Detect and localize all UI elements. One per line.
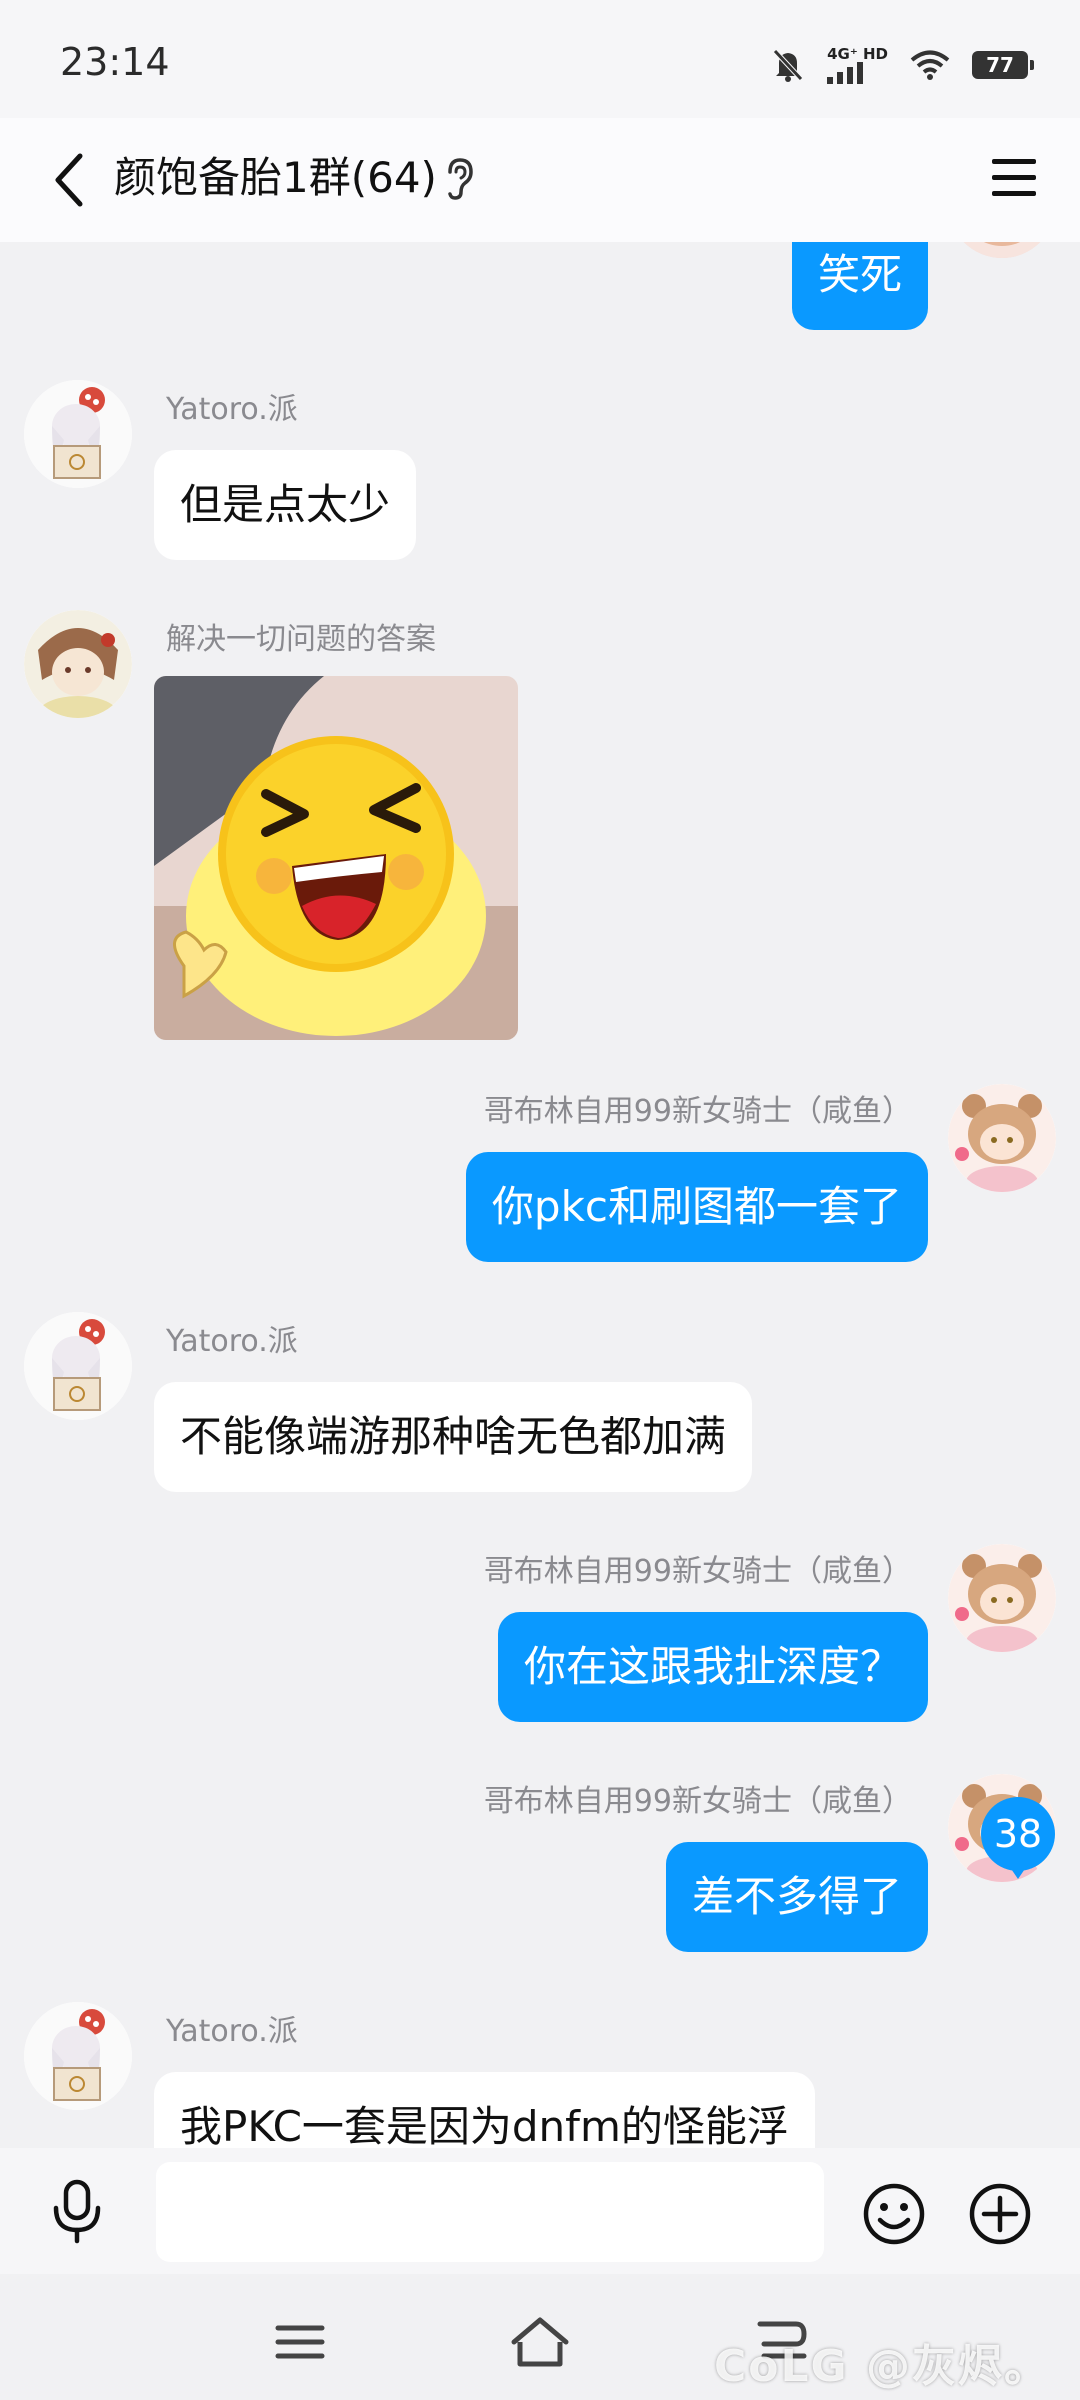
avatar-image: [24, 1312, 132, 1420]
sender-name: 哥布林自用99新女骑士（咸鱼）: [483, 1094, 912, 1129]
avatar-image: [948, 1544, 1056, 1652]
avatar[interactable]: [948, 242, 1056, 258]
message-bubble-outgoing[interactable]: 你在这跟我扯深度？: [497, 1612, 928, 1722]
sender-name: Yatoro.派: [166, 1324, 298, 1359]
chevron-left-icon: [55, 153, 83, 207]
avatar[interactable]: [24, 380, 132, 488]
avatar[interactable]: [24, 610, 132, 718]
avatar[interactable]: [948, 1084, 1056, 1192]
unread-count-badge[interactable]: 38: [981, 1797, 1055, 1879]
avatar[interactable]: [948, 1544, 1056, 1652]
network-type: 4G⁺ HD: [827, 45, 888, 63]
avatar-image: [24, 380, 132, 488]
sender-name: 哥布林自用99新女骑士（咸鱼）: [483, 1784, 912, 1819]
sender-name: Yatoro.派: [166, 2014, 298, 2049]
wifi-icon: [910, 50, 950, 80]
ear-icon[interactable]: [440, 156, 480, 202]
sender-name: 解决一切问题的答案: [166, 622, 436, 657]
group-title[interactable]: 颜饱备胎1群(64): [114, 148, 437, 208]
laughing-emoji-sticker[interactable]: [154, 676, 518, 1040]
sticker-image: [154, 676, 518, 1040]
message-bubble-outgoing[interactable]: 你pkc和刷图都一套了: [465, 1152, 928, 1262]
status-icons: 4G⁺ HD 77: [771, 42, 1034, 88]
message-input[interactable]: [156, 2162, 824, 2262]
hamburger-menu-icon: [992, 159, 1036, 196]
signal-indicator: 4G⁺ HD: [827, 46, 888, 84]
back-button[interactable]: [30, 140, 110, 220]
mute-bell-icon: [773, 49, 803, 82]
menu-button[interactable]: [978, 142, 1050, 214]
message-bubble-incoming[interactable]: 我PKC一套是因为dnfm的怪能浮: [154, 2072, 815, 2148]
message-bubble-incoming[interactable]: 不能像端游那种啥无色都加满: [154, 1382, 753, 1492]
recent-apps-icon[interactable]: [270, 2312, 330, 2372]
battery-indicator: 77: [972, 51, 1034, 79]
smiley-icon[interactable]: [862, 2182, 926, 2246]
message-bubble-incoming[interactable]: 但是点太少: [154, 450, 417, 560]
avatar-image: [963, 242, 1041, 258]
avatar-image: [24, 2002, 132, 2110]
avatar[interactable]: [24, 2002, 132, 2110]
unread-count: 38: [993, 1812, 1043, 1856]
home-icon[interactable]: [510, 2312, 570, 2372]
status-time: 23:14: [60, 40, 170, 84]
plus-circle-icon[interactable]: [968, 2182, 1032, 2246]
watermark: CoLG @灰烬。: [714, 2341, 1050, 2392]
sender-name: 哥布林自用99新女骑士（咸鱼）: [483, 1554, 912, 1589]
avatar[interactable]: [24, 1312, 132, 1420]
message-bubble-outgoing[interactable]: 差不多得了: [665, 1842, 928, 1952]
microphone-icon[interactable]: [44, 2178, 110, 2244]
input-bar: [0, 2148, 1080, 2274]
system-nav-bar: CoLG @灰烬。: [0, 2274, 1080, 2400]
message-bubble-outgoing[interactable]: 笑死: [791, 242, 928, 330]
signal-bars-icon: [827, 62, 864, 84]
message-list[interactable]: 笑死 Yatoro.派 但是点太少 解决一切问题的答案 哥布林自用99新女骑士（…: [0, 242, 1080, 2148]
avatar-image: [24, 610, 132, 718]
sender-name: Yatoro.派: [166, 392, 298, 427]
chat-header: 颜饱备胎1群(64): [0, 118, 1080, 242]
avatar-image: [948, 1084, 1056, 1192]
status-bar: 23:14 4G⁺ HD 77: [0, 0, 1080, 118]
